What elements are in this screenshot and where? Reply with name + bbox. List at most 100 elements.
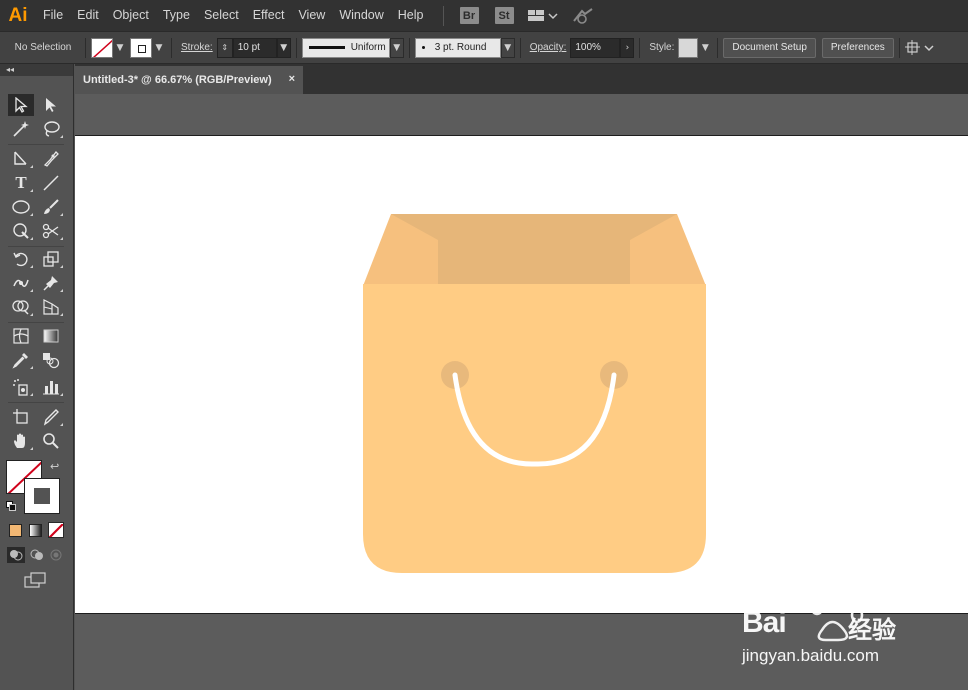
screen-mode-icon[interactable] bbox=[24, 571, 48, 589]
hand-tool-icon[interactable] bbox=[8, 430, 34, 452]
separator bbox=[85, 37, 86, 58]
collapse-panel-icon[interactable]: ◂◂ bbox=[0, 64, 73, 76]
opacity-input[interactable]: 100% bbox=[570, 37, 621, 58]
stroke-stepper[interactable]: ⇕ bbox=[216, 37, 233, 58]
separator bbox=[408, 37, 410, 58]
menu-help[interactable]: Help bbox=[391, 0, 431, 31]
shape-builder-tool-icon[interactable] bbox=[8, 296, 34, 318]
gradient-tool-icon[interactable] bbox=[38, 325, 64, 347]
chevron-down-icon[interactable]: ▼ bbox=[113, 38, 127, 58]
default-colors-icon[interactable] bbox=[6, 501, 16, 511]
menu-type[interactable]: Type bbox=[156, 0, 197, 31]
perspective-grid-tool-icon[interactable] bbox=[38, 296, 64, 318]
brush-label: 3 pt. Round bbox=[434, 42, 487, 53]
style-label: Style: bbox=[649, 42, 675, 53]
style-swatch[interactable] bbox=[678, 37, 699, 58]
paintbrush-tool-icon[interactable] bbox=[38, 196, 64, 218]
menu-select[interactable]: Select bbox=[197, 0, 246, 31]
app-logo: Ai bbox=[8, 4, 28, 26]
line-tool-icon[interactable] bbox=[38, 172, 64, 194]
brush-select[interactable]: 3 pt. Round bbox=[414, 37, 501, 58]
lasso-tool-icon[interactable] bbox=[38, 118, 64, 140]
close-icon[interactable]: × bbox=[289, 73, 295, 85]
control-bar: No Selection ▼ ▼ Stroke: ⇕ 10 pt ▼ Unifo… bbox=[0, 31, 968, 64]
bridge-button[interactable]: Br bbox=[459, 7, 479, 24]
stroke-profile-label: Uniform bbox=[350, 42, 386, 53]
draw-normal-icon[interactable] bbox=[7, 547, 25, 563]
stock-button[interactable]: St bbox=[494, 7, 514, 24]
magic-wand-tool-icon[interactable] bbox=[8, 118, 34, 140]
pen-tool-icon[interactable] bbox=[8, 148, 34, 170]
tool-divider bbox=[8, 322, 64, 323]
document-tab-bar: Untitled-3* @ 66.67% (RGB/Preview) × bbox=[75, 64, 968, 94]
none-mode-button[interactable] bbox=[48, 522, 64, 538]
chevron-down-icon[interactable]: ▼ bbox=[276, 37, 291, 58]
workspace-switcher-icon[interactable] bbox=[527, 9, 558, 23]
tool-divider bbox=[8, 402, 64, 403]
opacity-label[interactable]: Opacity: bbox=[530, 42, 567, 53]
type-tool-icon[interactable]: T bbox=[8, 172, 34, 194]
menu-file[interactable]: File bbox=[36, 0, 70, 31]
draw-inside-icon[interactable] bbox=[48, 547, 64, 563]
ellipse-tool-icon[interactable] bbox=[8, 196, 34, 218]
shopping-bag-artwork[interactable] bbox=[75, 136, 968, 615]
blend-tool-icon[interactable] bbox=[38, 349, 64, 371]
slice-tool-icon[interactable] bbox=[38, 406, 64, 428]
separator bbox=[639, 37, 641, 58]
artboard-tool-icon[interactable] bbox=[8, 406, 34, 428]
width-tool-icon[interactable] bbox=[8, 272, 34, 294]
brush-dot-icon bbox=[421, 46, 425, 49]
eyedropper-tool-icon[interactable] bbox=[8, 349, 34, 371]
separator bbox=[898, 37, 900, 58]
stroke-label[interactable]: Stroke: bbox=[181, 42, 213, 53]
document-setup-button[interactable]: Document Setup bbox=[723, 37, 816, 58]
shaper-tool-icon[interactable] bbox=[8, 220, 34, 242]
swap-fill-stroke-icon[interactable]: ↩ bbox=[50, 460, 59, 473]
gpu-performance-icon[interactable] bbox=[572, 7, 594, 25]
color-mode-button[interactable] bbox=[9, 524, 22, 537]
curvature-tool-icon[interactable] bbox=[38, 148, 64, 170]
watermark-brand: Bai bbox=[742, 606, 787, 639]
direct-selection-tool-icon[interactable] bbox=[38, 94, 64, 116]
separator bbox=[717, 37, 719, 58]
document-tab-title: Untitled-3* @ 66.67% (RGB/Preview) bbox=[83, 74, 272, 86]
chevron-down-icon[interactable]: ▼ bbox=[698, 38, 712, 58]
tool-divider bbox=[8, 246, 64, 247]
stroke-profile-select[interactable]: Uniform bbox=[301, 37, 390, 58]
document-tab[interactable]: Untitled-3* @ 66.67% (RGB/Preview) × bbox=[75, 66, 303, 94]
column-graph-tool-icon[interactable] bbox=[38, 376, 64, 398]
chevron-down-icon[interactable]: ▼ bbox=[500, 37, 515, 58]
separator bbox=[519, 37, 521, 58]
draw-behind-icon[interactable] bbox=[28, 547, 46, 563]
baidu-jingyan-watermark: Bai 经验 jingyan.baidu.com bbox=[740, 588, 960, 668]
watermark-url: jingyan.baidu.com bbox=[742, 646, 880, 665]
zoom-tool-icon[interactable] bbox=[38, 430, 64, 452]
mesh-tool-icon[interactable] bbox=[8, 325, 34, 347]
symbol-sprayer-tool-icon[interactable] bbox=[8, 376, 34, 398]
artboard[interactable] bbox=[75, 135, 968, 614]
chevron-down-icon[interactable]: ▼ bbox=[152, 38, 166, 58]
rotate-tool-icon[interactable] bbox=[8, 248, 34, 270]
menu-edit[interactable]: Edit bbox=[70, 0, 106, 31]
stroke-weight-input[interactable]: 10 pt bbox=[232, 37, 277, 58]
menu-window[interactable]: Window bbox=[332, 0, 390, 31]
stroke-color-swatch[interactable] bbox=[24, 478, 60, 514]
selection-tool-icon[interactable] bbox=[8, 94, 34, 116]
scale-tool-icon[interactable] bbox=[38, 248, 64, 270]
arrange-documents-icon[interactable] bbox=[904, 39, 935, 56]
fill-swatch[interactable] bbox=[91, 37, 113, 58]
menu-effect[interactable]: Effect bbox=[246, 0, 292, 31]
menu-view[interactable]: View bbox=[291, 0, 332, 31]
scissors-tool-icon[interactable] bbox=[38, 220, 64, 242]
tool-divider bbox=[8, 144, 64, 145]
bag-body bbox=[363, 284, 706, 573]
gradient-mode-button[interactable] bbox=[29, 524, 42, 537]
menu-bar: Ai File Edit Object Type Select Effect V… bbox=[0, 0, 968, 31]
preferences-button[interactable]: Preferences bbox=[821, 37, 894, 58]
puppet-warp-tool-icon[interactable] bbox=[38, 272, 64, 294]
separator bbox=[295, 37, 297, 58]
menu-object[interactable]: Object bbox=[106, 0, 156, 31]
chevron-down-icon[interactable]: ▼ bbox=[389, 37, 404, 58]
stroke-swatch[interactable] bbox=[130, 37, 152, 58]
chevron-right-icon[interactable]: › bbox=[620, 37, 635, 58]
